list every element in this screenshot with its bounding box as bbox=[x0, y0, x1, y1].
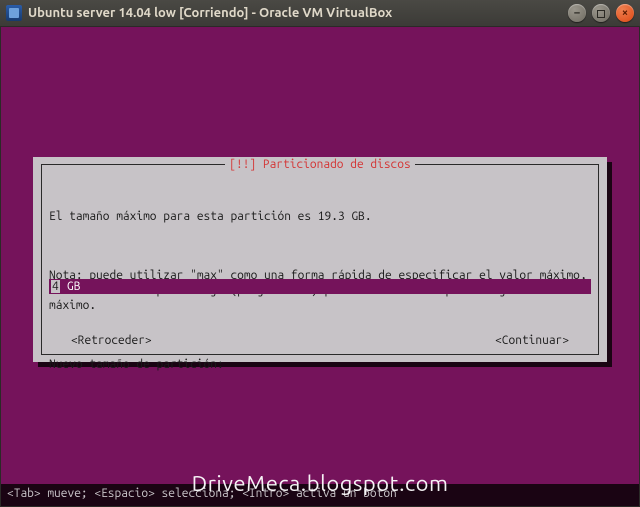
installer-help-bar: <Tab> mueve; <Espacio> selecciona; <Intr… bbox=[1, 484, 639, 506]
partition-size-input[interactable]: 4 GB bbox=[49, 279, 591, 294]
input-cursor-char: 4 bbox=[51, 280, 60, 293]
titlebar[interactable]: Ubuntu server 14.04 low [Corriendo] - Or… bbox=[0, 0, 640, 26]
minimize-button[interactable]: – bbox=[568, 4, 586, 22]
partition-dialog: [!!] Particionado de discos El tamaño má… bbox=[33, 157, 607, 362]
virtualbox-window: Ubuntu server 14.04 low [Corriendo] - Or… bbox=[0, 0, 640, 507]
input-remainder: GB bbox=[60, 280, 81, 293]
close-button[interactable]: × bbox=[616, 4, 634, 22]
back-button[interactable]: <Retroceder> bbox=[71, 333, 152, 348]
vm-display[interactable]: [!!] Particionado de discos El tamaño má… bbox=[0, 26, 640, 507]
dialog-text-prompt: Nuevo tamaño de partición: bbox=[49, 357, 591, 372]
window-controls: – × bbox=[568, 4, 634, 22]
continue-button[interactable]: <Continuar> bbox=[495, 333, 569, 348]
dialog-nav: <Retroceder> <Continuar> bbox=[49, 333, 591, 348]
dialog-title: [!!] Particionado de discos bbox=[33, 157, 607, 172]
maximize-button[interactable] bbox=[592, 4, 610, 22]
virtualbox-icon bbox=[6, 5, 22, 21]
dialog-text-maxsize: El tamaño máximo para esta partición es … bbox=[49, 209, 591, 224]
window-title: Ubuntu server 14.04 low [Corriendo] - Or… bbox=[28, 6, 392, 20]
